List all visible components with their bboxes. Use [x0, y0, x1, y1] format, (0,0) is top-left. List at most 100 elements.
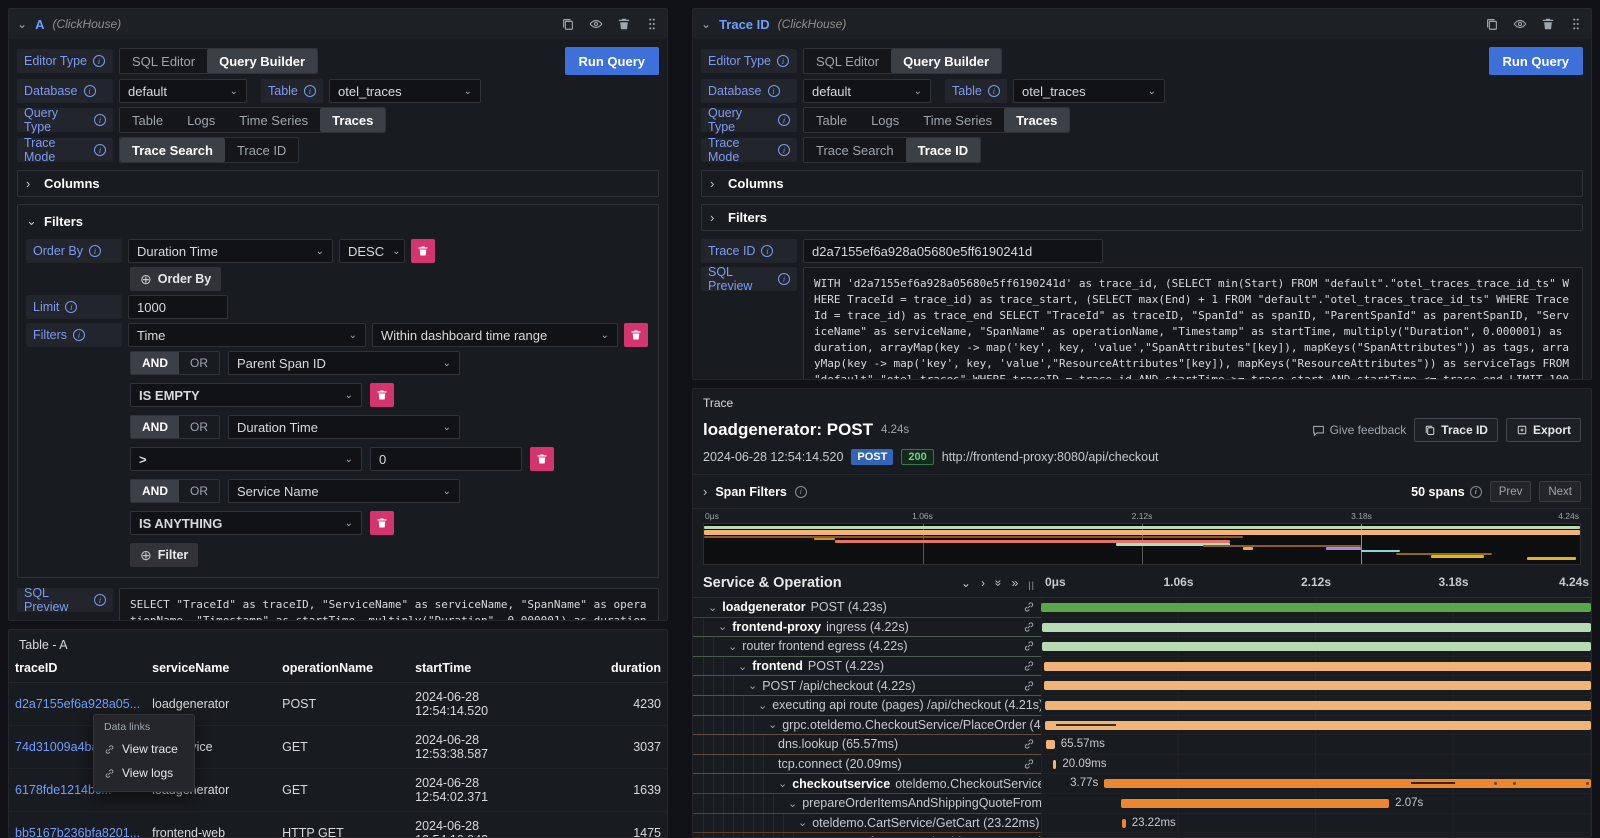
query-type-table[interactable]: Table	[804, 108, 859, 132]
span-bar-cell[interactable]	[1041, 598, 1591, 618]
filter-field-select[interactable]: Time⌄	[128, 323, 366, 347]
remove-filter-trash-icon[interactable]	[624, 323, 648, 347]
span-name-cell[interactable]: ⌄cartservicePOST /oteldemo.CartService/G…	[693, 833, 1041, 838]
remove-condition-trash-icon[interactable]	[530, 447, 554, 471]
span-collapse-chevron-icon[interactable]: ⌄	[798, 816, 807, 829]
span-duration-bar[interactable]	[1046, 740, 1055, 749]
span-link-icon[interactable]	[1023, 758, 1041, 770]
span-collapse-chevron-icon[interactable]: ⌄	[758, 699, 767, 712]
remove-condition-trash-icon[interactable]	[370, 383, 394, 407]
trace-id-link[interactable]: bb5167b236bfa8201...	[9, 812, 146, 838]
delete-query-trash-icon[interactable]	[617, 17, 631, 31]
info-icon[interactable]: i	[1470, 486, 1482, 498]
duplicate-icon[interactable]	[561, 17, 575, 31]
run-query-button[interactable]: Run Query	[1489, 47, 1583, 75]
add-order-by-button[interactable]: ⊕Order By	[130, 267, 221, 291]
span-duration-bar[interactable]	[1121, 799, 1389, 808]
span-bar-cell[interactable]: 20.09ms	[1041, 755, 1591, 775]
order-by-direction-select[interactable]: DESC⌄	[339, 239, 405, 263]
col-traceid[interactable]: traceID	[9, 654, 146, 683]
or-option[interactable]: OR	[179, 352, 219, 374]
span-bar-cell[interactable]	[1041, 618, 1591, 638]
query-type-timeseries[interactable]: Time Series	[227, 108, 320, 132]
span-name-cell[interactable]: ⌄frontendPOST (4.22s)	[693, 657, 1041, 677]
span-link-icon[interactable]	[1023, 601, 1041, 613]
query-type-table[interactable]: Table	[120, 108, 175, 132]
info-icon[interactable]: i	[304, 85, 316, 97]
condition-field-select[interactable]: Parent Span ID⌄	[228, 351, 460, 375]
info-icon[interactable]: i	[94, 594, 106, 606]
span-duration-bar[interactable]	[1042, 623, 1591, 632]
or-option[interactable]: OR	[179, 416, 219, 438]
sql-editor-option[interactable]: SQL Editor	[120, 49, 207, 73]
span-collapse-chevron-icon[interactable]: ⌄	[708, 601, 717, 614]
span-duration-bar[interactable]	[1042, 642, 1591, 651]
span-bar-cell[interactable]	[1041, 833, 1591, 838]
and-option[interactable]: AND	[131, 352, 179, 374]
condition-operator-select[interactable]: IS EMPTY⌄	[130, 383, 362, 407]
collapse-panel-icon[interactable]: ⌄	[701, 17, 711, 31]
span-bar-cell[interactable]	[1041, 696, 1591, 716]
info-icon[interactable]: i	[89, 245, 101, 257]
info-icon[interactable]: i	[94, 144, 106, 156]
query-type-traces[interactable]: Traces	[320, 108, 385, 132]
filter-value-select[interactable]: Within dashboard time range⌄	[372, 323, 618, 347]
span-duration-bar[interactable]	[1041, 603, 1591, 612]
condition-field-select[interactable]: Service Name⌄	[228, 479, 460, 503]
condition-value-input[interactable]	[370, 447, 522, 471]
trace-search-option[interactable]: Trace Search	[804, 138, 906, 162]
col-servicename[interactable]: serviceName	[146, 654, 276, 683]
span-duration-bar[interactable]	[1045, 701, 1591, 710]
collapse-all-icon[interactable]: »	[991, 580, 1005, 587]
view-trace-link[interactable]: View trace	[104, 737, 184, 761]
and-option[interactable]: AND	[131, 480, 179, 502]
info-icon[interactable]: i	[778, 273, 790, 285]
span-duration-bar[interactable]	[1044, 681, 1591, 690]
span-name-cell[interactable]: ⌄grpc.oteldemo.CheckoutService/PlaceOrde…	[693, 716, 1041, 736]
add-filter-button[interactable]: ⊕Filter	[130, 543, 198, 567]
condition-operator-select[interactable]: >⌄	[130, 447, 362, 471]
drag-handle-icon[interactable]	[645, 17, 659, 31]
span-name-cell[interactable]: tcp.connect (20.09ms)	[693, 755, 1041, 775]
columns-section[interactable]: ›Columns	[701, 170, 1583, 197]
filters-section-header[interactable]: ⌄Filters	[26, 210, 650, 239]
span-filters-label[interactable]: Span Filters	[715, 485, 787, 499]
info-icon[interactable]: i	[73, 329, 85, 341]
sql-editor-option[interactable]: SQL Editor	[804, 49, 891, 73]
col-starttime[interactable]: startTime	[409, 654, 547, 683]
remove-condition-trash-icon[interactable]	[370, 511, 394, 535]
trace-id-option[interactable]: Trace ID	[225, 138, 298, 162]
span-link-icon[interactable]	[1023, 660, 1041, 672]
span-collapse-chevron-icon[interactable]: ⌄	[738, 660, 747, 673]
info-icon[interactable]: i	[778, 114, 790, 126]
info-icon[interactable]: i	[761, 245, 773, 257]
collapse-one-icon[interactable]: ⌄	[961, 576, 971, 590]
query-type-timeseries[interactable]: Time Series	[911, 108, 1004, 132]
next-button[interactable]: Next	[1539, 481, 1581, 502]
query-type-logs[interactable]: Logs	[175, 108, 227, 132]
info-icon[interactable]: i	[768, 85, 780, 97]
table-select[interactable]: otel_traces⌄	[329, 79, 481, 103]
query-builder-option[interactable]: Query Builder	[891, 49, 1001, 73]
span-name-cell[interactable]: dns.lookup (65.57ms)	[693, 735, 1041, 755]
span-name-cell[interactable]: ⌄executing api route (pages) /api/checko…	[693, 696, 1041, 716]
span-bar-cell[interactable]: 23.22ms	[1041, 814, 1591, 834]
span-link-icon[interactable]	[1023, 680, 1041, 692]
view-logs-link[interactable]: View logs	[104, 761, 184, 785]
span-collapse-chevron-icon[interactable]: ⌄	[718, 620, 727, 633]
span-bar-cell[interactable]	[1041, 657, 1591, 677]
export-button[interactable]: Export	[1506, 418, 1581, 442]
span-duration-bar[interactable]	[1053, 760, 1056, 769]
span-collapse-chevron-icon[interactable]: ⌄	[788, 797, 797, 810]
info-icon[interactable]: i	[778, 144, 790, 156]
span-name-cell[interactable]: ⌄loadgeneratorPOST (4.23s)	[693, 598, 1041, 618]
span-name-cell[interactable]: ⌄POST /api/checkout (4.22s)	[693, 676, 1041, 696]
hide-query-eye-icon[interactable]	[1513, 17, 1527, 31]
column-resize-handle[interactable]: ||	[1028, 580, 1035, 590]
span-collapse-chevron-icon[interactable]: ⌄	[768, 718, 777, 731]
query-type-logs[interactable]: Logs	[859, 108, 911, 132]
trace-id-option[interactable]: Trace ID	[906, 138, 981, 162]
info-icon[interactable]: i	[93, 55, 105, 67]
span-duration-bar[interactable]	[1044, 662, 1591, 671]
span-bar-cell[interactable]: 3.77s	[1041, 774, 1591, 794]
